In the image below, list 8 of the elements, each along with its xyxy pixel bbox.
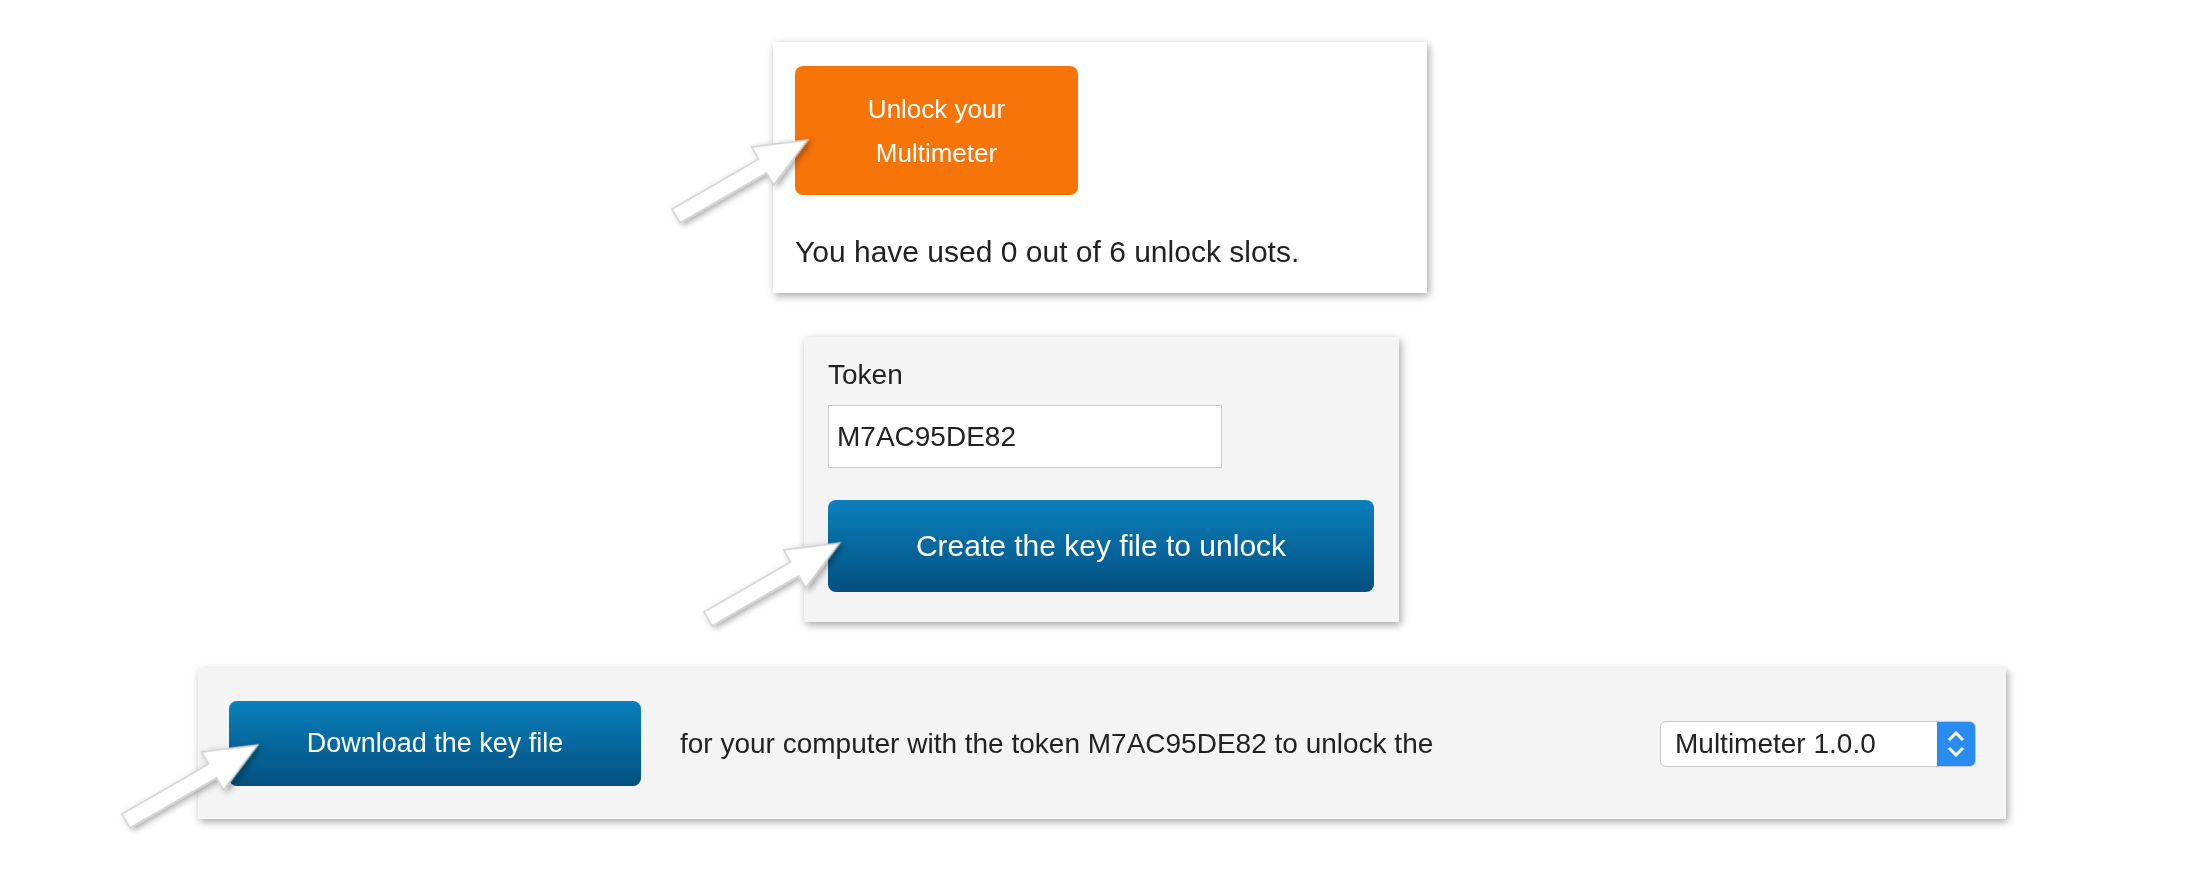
usage-text: You have used 0 out of 6 unlock slots. <box>795 235 1300 269</box>
download-button[interactable]: Download the key file <box>229 701 641 786</box>
chevron-updown-icon <box>1937 721 1975 766</box>
token-label: Token <box>828 359 903 391</box>
description-text: for your computer with the token M7AC95DE82 to unlock the <box>680 727 1435 760</box>
token-field[interactable]: M7AC95DE82 <box>828 405 1222 468</box>
create-key-button[interactable]: Create the key file to unlock <box>828 500 1374 592</box>
product-select[interactable]: Multimeter 1.0.0 <box>1660 720 1976 767</box>
